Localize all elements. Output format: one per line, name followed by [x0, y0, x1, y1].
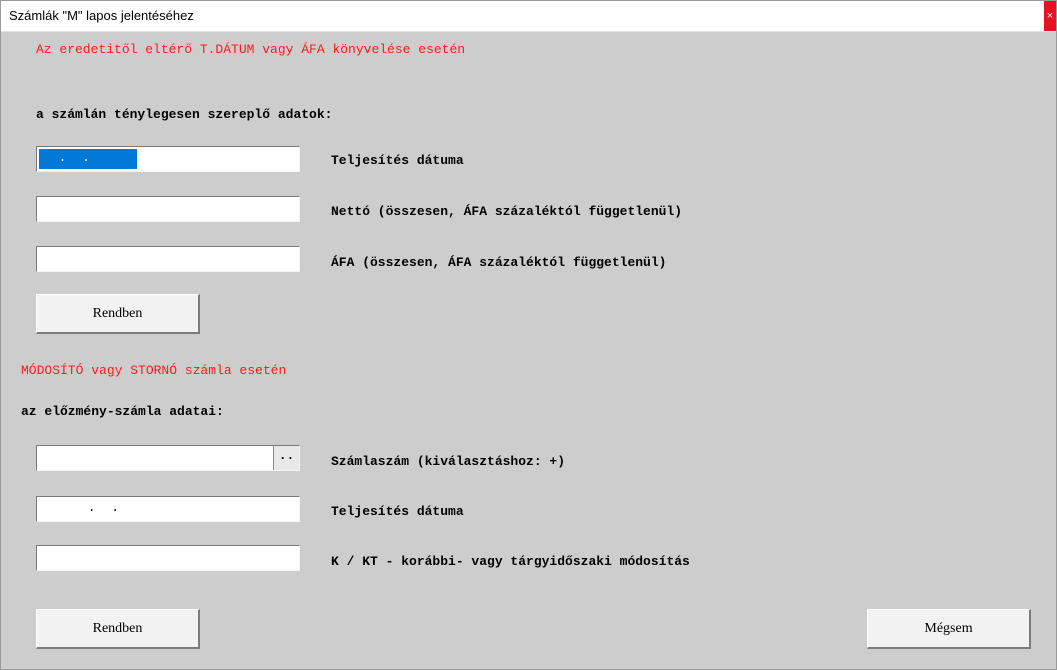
modification-type-label: K / KT - korábbi- vagy tárgyidőszaki mód…: [331, 554, 690, 569]
vat-total-label: ÁFA (összesen, ÁFA százaléktól független…: [331, 255, 667, 270]
selected-text: . .: [39, 149, 137, 169]
ok-button-1[interactable]: Rendben: [36, 294, 200, 334]
invoice-picker-button[interactable]: ..: [273, 446, 299, 470]
section2-subheading: az előzmény-számla adatai:: [21, 404, 224, 419]
title-bar[interactable]: Számlák "M" lapos jelentéséhez ×: [1, 1, 1056, 32]
prior-performance-date-label: Teljesítés dátuma: [331, 504, 464, 519]
section1-subheading: a számlán ténylegesen szereplő adatok:: [36, 107, 333, 122]
net-total-label: Nettó (összesen, ÁFA százaléktól függetl…: [331, 204, 683, 219]
dialog-window: Számlák "M" lapos jelentéséhez × Az ered…: [0, 0, 1057, 670]
close-button[interactable]: ×: [1044, 1, 1056, 31]
modification-type-input[interactable]: [36, 545, 300, 571]
net-total-input[interactable]: [36, 196, 300, 222]
window-title: Számlák "M" lapos jelentéséhez: [9, 8, 194, 23]
invoice-number-input[interactable]: ..: [36, 445, 300, 471]
invoice-number-label: Számlaszám (kiválasztáshoz: +): [331, 454, 566, 469]
prior-performance-date-input[interactable]: . .: [36, 496, 300, 522]
cancel-button[interactable]: Mégsem: [867, 609, 1031, 649]
section1-heading: Az eredetitől eltérő T.DÁTUM vagy ÁFA kö…: [36, 42, 466, 57]
vat-total-input[interactable]: [36, 246, 300, 272]
dialog-body: Az eredetitől eltérő T.DÁTUM vagy ÁFA kö…: [1, 32, 1056, 669]
ok-button-2[interactable]: Rendben: [36, 609, 200, 649]
performance-date-input[interactable]: . .: [36, 146, 300, 172]
section2-heading: MÓDOSÍTÓ vagy STORNÓ számla esetén: [21, 363, 287, 378]
performance-date-label: Teljesítés dátuma: [331, 153, 464, 168]
